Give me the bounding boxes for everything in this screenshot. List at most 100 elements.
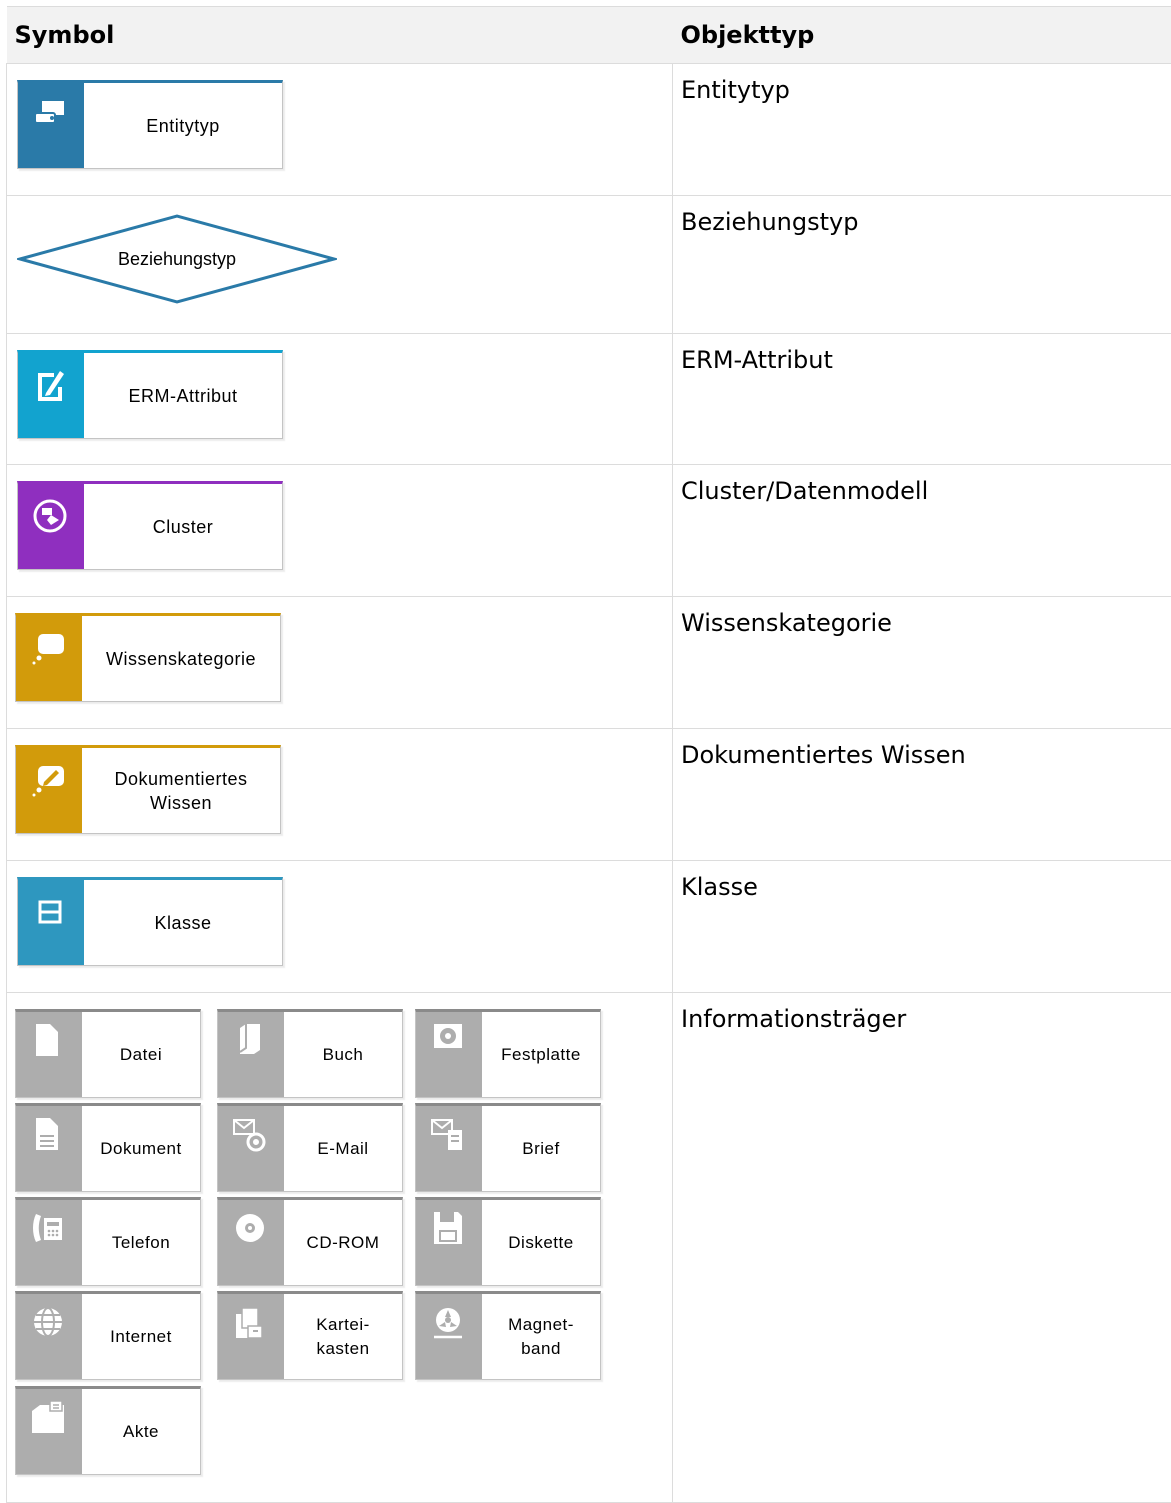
carrier-label: Magnet- band [482, 1294, 600, 1379]
symbol-icon-area [16, 748, 82, 833]
object-type-cell: Klasse [673, 861, 1171, 993]
symbol-cell: ERM-Attribut [7, 334, 673, 465]
carrier-email: E-Mail [217, 1103, 403, 1192]
folder-icon [30, 1399, 66, 1435]
object-type-cell: Informationsträger [673, 993, 1171, 1503]
symbol-label: Wissenskategorie [82, 616, 280, 701]
symbol-cell: Datei Buch Festplatte [7, 993, 673, 1503]
document-icon [30, 1116, 66, 1152]
symbol-table: Symbol Objekttyp Entitytyp Entit [6, 6, 1171, 1503]
edit-document-icon [30, 365, 70, 405]
entity-type-icon [30, 95, 70, 135]
symbol-icon-area [18, 353, 84, 438]
phone-icon [30, 1210, 66, 1246]
table-row: Datei Buch Festplatte [7, 993, 1171, 1503]
carrier-internet: Internet [15, 1291, 201, 1380]
carrier-label: Festplatte [482, 1012, 600, 1097]
cluster-symbol: Cluster [17, 481, 283, 570]
object-type-cell: Entitytyp [673, 64, 1171, 196]
object-type-cell: Wissenskategorie [673, 597, 1171, 729]
carrier-label: Brief [482, 1106, 600, 1191]
symbol-icon-area [16, 616, 82, 701]
symbol-icon-area [18, 83, 84, 168]
relationship-type-symbol: Beziehungstyp [17, 214, 337, 304]
symbol-label: Klasse [84, 880, 282, 965]
symbol-icon-area [18, 880, 84, 965]
symbol-icon-area [416, 1106, 482, 1191]
table-row: ERM-Attribut ERM-Attribut [7, 334, 1171, 465]
carrier-label: Internet [82, 1294, 200, 1379]
carrier-label: Kartei- kasten [284, 1294, 402, 1379]
table-row: Dokumentiertes Wissen Dokumentiertes Wis… [7, 729, 1171, 861]
thought-bubble-pencil-icon [28, 760, 68, 800]
entity-type-symbol: Entitytyp [17, 80, 283, 169]
object-type-cell: ERM-Attribut [673, 334, 1171, 465]
letter-icon [430, 1116, 466, 1152]
carrier-label: Datei [82, 1012, 200, 1097]
symbol-label: Beziehungstyp [17, 214, 337, 304]
object-type-cell: Dokumentiertes Wissen [673, 729, 1171, 861]
table-row: Wissenskategorie Wissenskategorie [7, 597, 1171, 729]
symbol-cell: Dokumentiertes Wissen [7, 729, 673, 861]
carrier-tape: Magnet- band [415, 1291, 601, 1380]
symbol-icon-area [16, 1012, 82, 1097]
symbol-icon-area [218, 1106, 284, 1191]
symbol-icon-area [16, 1294, 82, 1379]
symbol-icon-area [218, 1200, 284, 1285]
symbol-cell: Wissenskategorie [7, 597, 673, 729]
symbol-icon-area [16, 1200, 82, 1285]
floppy-icon [430, 1210, 466, 1246]
class-symbol: Klasse [17, 877, 283, 966]
symbol-cell: Klasse [7, 861, 673, 993]
carrier-label: Buch [284, 1012, 402, 1097]
table-row: Klasse Klasse [7, 861, 1171, 993]
carrier-phone: Telefon [15, 1197, 201, 1286]
card-box-icon [232, 1304, 268, 1340]
carrier-floppy: Diskette [415, 1197, 601, 1286]
symbol-cell: Beziehungstyp [7, 196, 673, 334]
object-type-cell: Beziehungstyp [673, 196, 1171, 334]
carrier-hard-disk: Festplatte [415, 1009, 601, 1098]
carrier-card-box: Kartei- kasten [217, 1291, 403, 1380]
carrier-document: Dokument [15, 1103, 201, 1192]
header-row: Symbol Objekttyp [7, 7, 1171, 64]
documented-knowledge-symbol: Dokumentiertes Wissen [15, 745, 281, 834]
knowledge-category-symbol: Wissenskategorie [15, 613, 281, 702]
header-symbol: Symbol [7, 7, 673, 64]
tape-icon [430, 1304, 466, 1340]
class-icon [30, 892, 70, 932]
carrier-label: Dokument [82, 1106, 200, 1191]
table-row: Beziehungstyp Beziehungstyp [7, 196, 1171, 334]
symbol-icon-area [416, 1294, 482, 1379]
header-object-type: Objekttyp [673, 7, 1171, 64]
email-icon [232, 1116, 268, 1152]
symbol-icon-area [218, 1294, 284, 1379]
symbol-icon-area [16, 1106, 82, 1191]
symbol-icon-area [416, 1012, 482, 1097]
symbol-cell: Entitytyp [7, 64, 673, 196]
thought-bubble-icon [28, 628, 68, 668]
carrier-label: E-Mail [284, 1106, 402, 1191]
table-row: Cluster Cluster/Datenmodell [7, 465, 1171, 597]
carrier-label: Diskette [482, 1200, 600, 1285]
symbol-icon-area [416, 1200, 482, 1285]
carrier-folder: Akte [15, 1386, 201, 1475]
globe-icon [30, 1304, 66, 1340]
symbol-label: Dokumentiertes Wissen [82, 748, 280, 833]
carrier-letter: Brief [415, 1103, 601, 1192]
symbol-icon-area [218, 1012, 284, 1097]
carrier-label: Telefon [82, 1200, 200, 1285]
symbol-cell: Cluster [7, 465, 673, 597]
carrier-book: Buch [217, 1009, 403, 1098]
hard-disk-icon [430, 1022, 466, 1058]
symbol-icon-area [18, 484, 84, 569]
carrier-label: Akte [82, 1389, 200, 1474]
symbol-label: Entitytyp [84, 83, 282, 168]
symbol-label: ERM-Attribut [84, 353, 282, 438]
symbol-label: Cluster [84, 484, 282, 569]
object-type-cell: Cluster/Datenmodell [673, 465, 1171, 597]
cluster-icon [30, 496, 70, 536]
file-icon [30, 1022, 66, 1058]
carrier-file: Datei [15, 1009, 201, 1098]
cd-icon [232, 1210, 268, 1246]
